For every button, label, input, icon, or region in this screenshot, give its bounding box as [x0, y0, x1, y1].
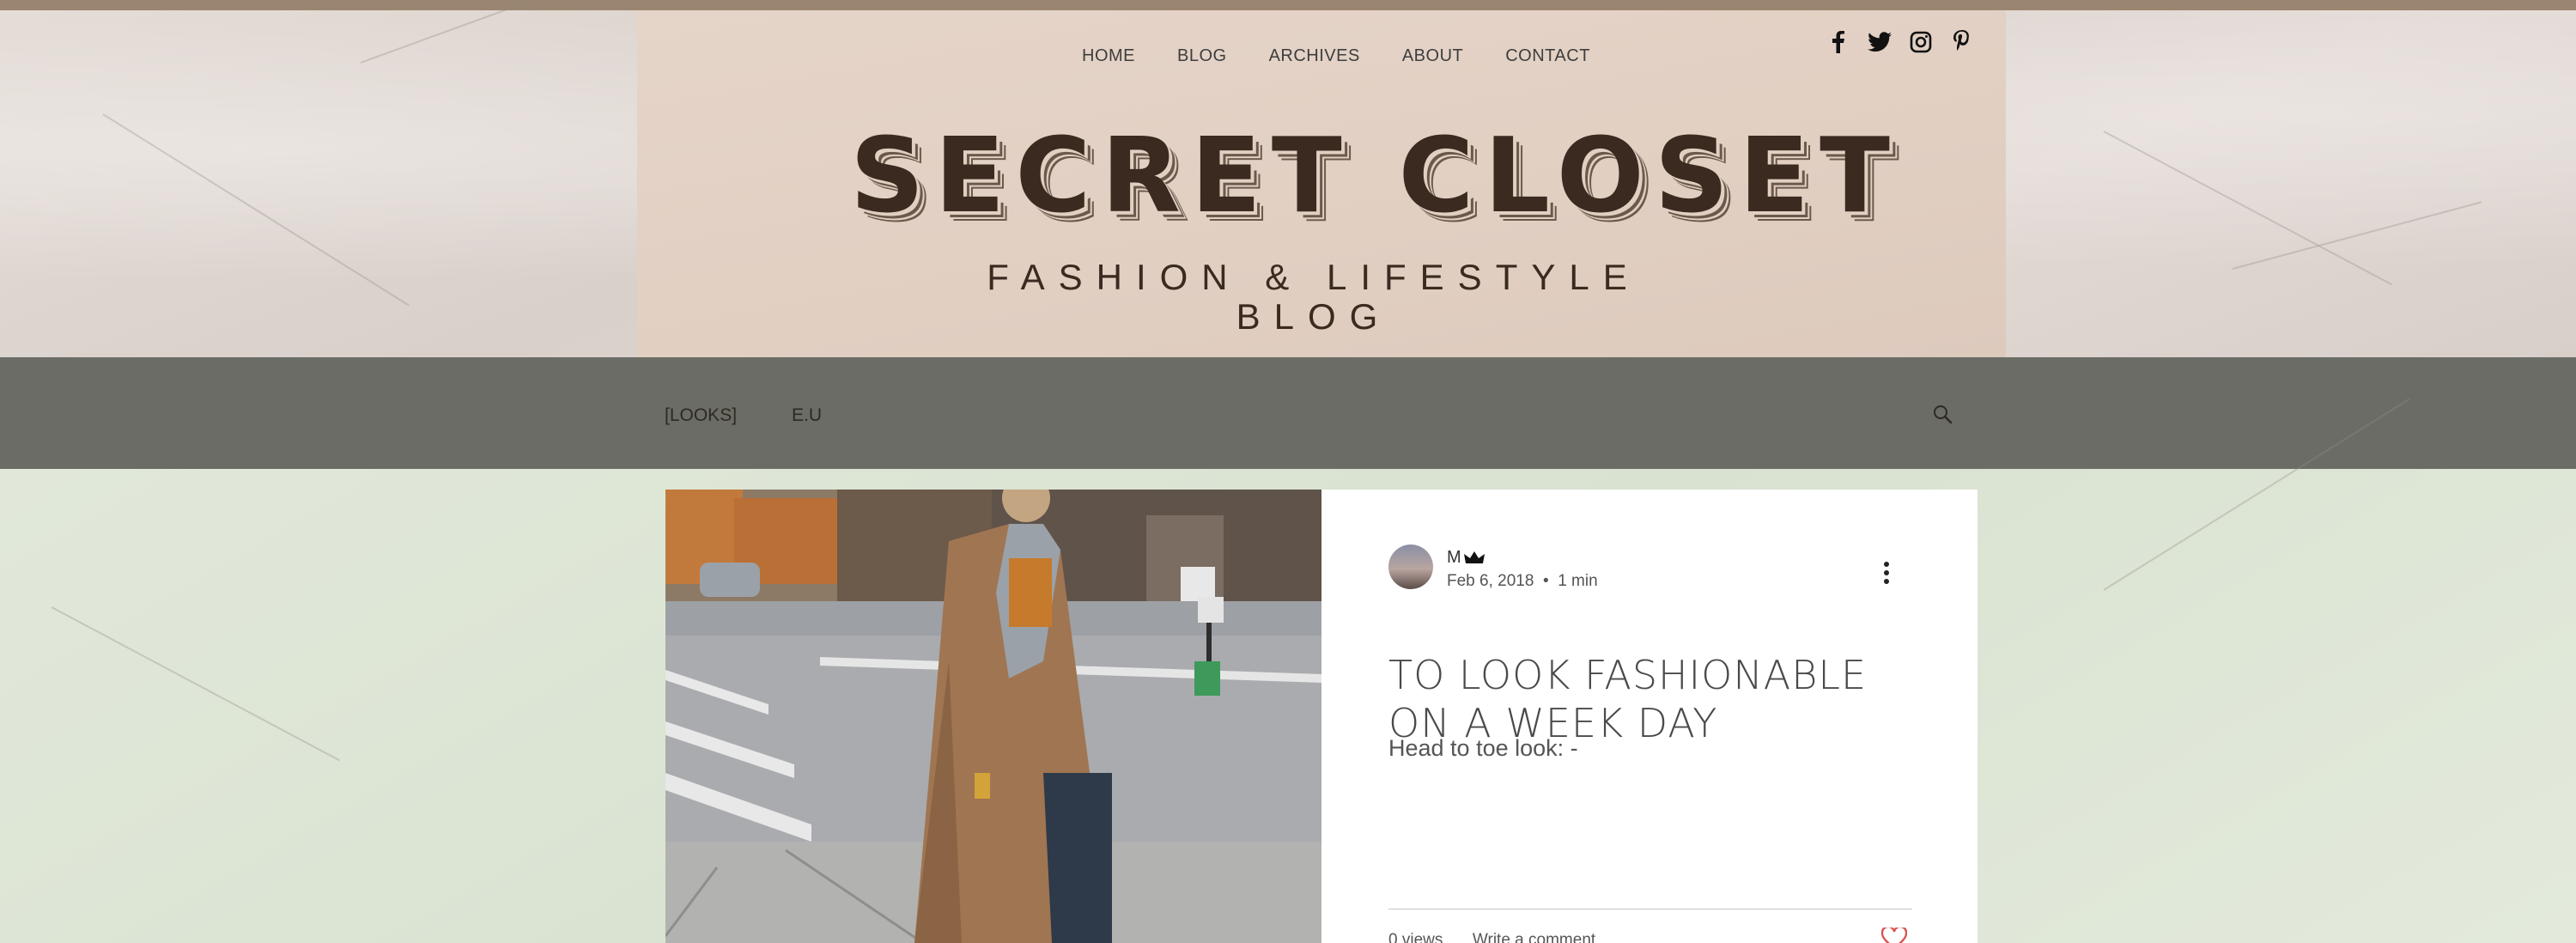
site-tagline: FASHION & LIFESTYLE BLOG [945, 258, 1683, 337]
top-accent-line [0, 0, 2576, 10]
post-divider [1388, 909, 1912, 910]
dot-separator: • [1538, 572, 1553, 590]
site-logo[interactable]: SECRET CLOSET [850, 117, 1890, 236]
crown-icon [1464, 551, 1485, 569]
search-icon[interactable] [1932, 404, 1953, 429]
category-looks[interactable]: [LOOKS] [665, 405, 737, 426]
write-comment-link[interactable]: Write a comment [1473, 931, 1595, 943]
post-date: Feb 6, 2018 [1447, 572, 1534, 590]
author-avatar[interactable] [1388, 545, 1433, 589]
nav-contact[interactable]: CONTACT [1505, 46, 1590, 66]
read-time: 1 min [1558, 572, 1598, 590]
instagram-icon[interactable] [1906, 27, 1935, 57]
view-count: 0 views [1388, 931, 1443, 943]
category-bar: [LOOKS] E.U [0, 357, 2576, 469]
nav-about[interactable]: ABOUT [1402, 46, 1463, 66]
facebook-icon[interactable] [1824, 27, 1853, 57]
post-image[interactable] [665, 490, 1321, 943]
tagline-line-1: FASHION & LIFESTYLE [987, 257, 1641, 297]
main-navigation: HOME BLOG ARCHIVES ABOUT CONTACT [1082, 46, 1632, 66]
more-actions-icon[interactable] [1883, 562, 1890, 588]
category-eu[interactable]: E.U [792, 405, 822, 426]
social-links [1824, 27, 1977, 57]
tagline-line-2: BLOG [1236, 296, 1392, 337]
nav-blog[interactable]: BLOG [1177, 46, 1227, 66]
twitter-icon[interactable] [1865, 27, 1894, 57]
heart-icon[interactable] [1880, 925, 1908, 943]
post-date-line: Feb 6, 2018 • 1 min [1447, 572, 1598, 591]
nav-archives[interactable]: ARCHIVES [1269, 46, 1360, 66]
post-stats: 0 views Write a comment [1388, 931, 1595, 943]
nav-home[interactable]: HOME [1082, 46, 1135, 66]
post-card[interactable]: M Feb 6, 2018 • 1 min TO LOOK FASHIONABL… [665, 490, 1978, 943]
post-excerpt: Head to toe look: - [1388, 735, 1578, 761]
post-title[interactable]: TO LOOK FASHIONABLE ON A WEEK DAY [1388, 651, 1921, 747]
pinterest-icon[interactable] [1947, 27, 1977, 57]
author-name[interactable]: M [1447, 548, 1461, 568]
